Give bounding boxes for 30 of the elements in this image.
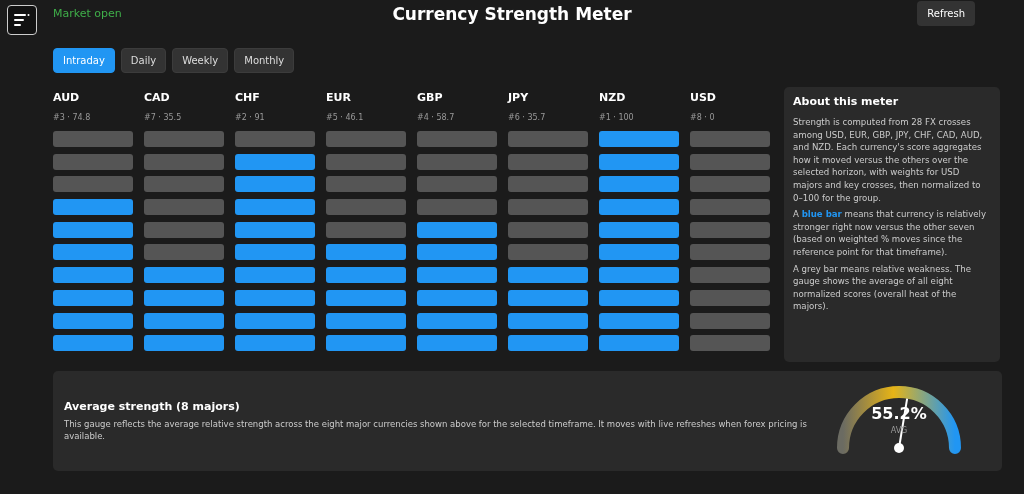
currency-rank-score: #6 · 35.7 <box>508 113 547 124</box>
currency-code: JPY <box>508 91 530 106</box>
currency-code: AUD <box>53 91 81 106</box>
timeframe-tab[interactable]: Monthly <box>234 48 295 73</box>
currency-code: NZD <box>599 91 627 106</box>
about-title: About this meter <box>793 95 900 108</box>
average-title: Average strength (8 majors) <box>64 399 241 413</box>
timeframe-tab[interactable]: Daily <box>120 48 167 73</box>
menu-button[interactable] <box>7 5 37 35</box>
currency-rank-score: #8 · 0 <box>690 113 716 124</box>
refresh-button[interactable]: Refresh <box>917 1 975 26</box>
market-status: Market open <box>53 7 122 20</box>
currency-rank-score: #1 · 100 <box>599 113 635 124</box>
currency-rank-score: #4 · 58.7 <box>417 113 456 124</box>
currency-code: CHF <box>235 91 261 106</box>
about-paragraph: A grey bar means relative weakness. The gauge shows the average of all eight normalized scores (overall heat of the majors). <box>793 262 972 313</box>
currency-code: USD <box>690 91 717 106</box>
about-paragraph: Strength is computed from 28 FX crosses among USD, EUR, GBP, JPY, CHF, CAD, AUD, and NZD. Each currency's score aggregates how it moved versus the others over the selected horizon, with weights for USD majors and key crosses, then normalized to 0–100 for the group. <box>793 116 984 205</box>
currency-rank-score: #5 · 46.1 <box>326 113 365 124</box>
average-description: This gauge reflects the average relative strength across the eight major currencies shown above for the selected timeframe. It moves with live refreshes when forex pricing is available. <box>64 417 808 443</box>
page-title: Currency Strength Meter <box>392 4 632 24</box>
currency-code: GBP <box>417 91 444 106</box>
currency-rank-score: #2 · 91 <box>235 113 266 124</box>
currency-rank-score: #7 · 35.5 <box>144 113 183 124</box>
about-paragraph: A blue bar means that currency is relatively stronger right now versus the other seven (based on weighted % moves since the reference point for that timeframe). <box>793 208 987 259</box>
currency-code: CAD <box>144 91 171 106</box>
menu-icon <box>14 13 30 27</box>
currency-rank-score: #3 · 74.8 <box>53 113 92 124</box>
currency-code: EUR <box>326 91 352 106</box>
timeframe-tab[interactable]: Weekly <box>172 48 229 73</box>
